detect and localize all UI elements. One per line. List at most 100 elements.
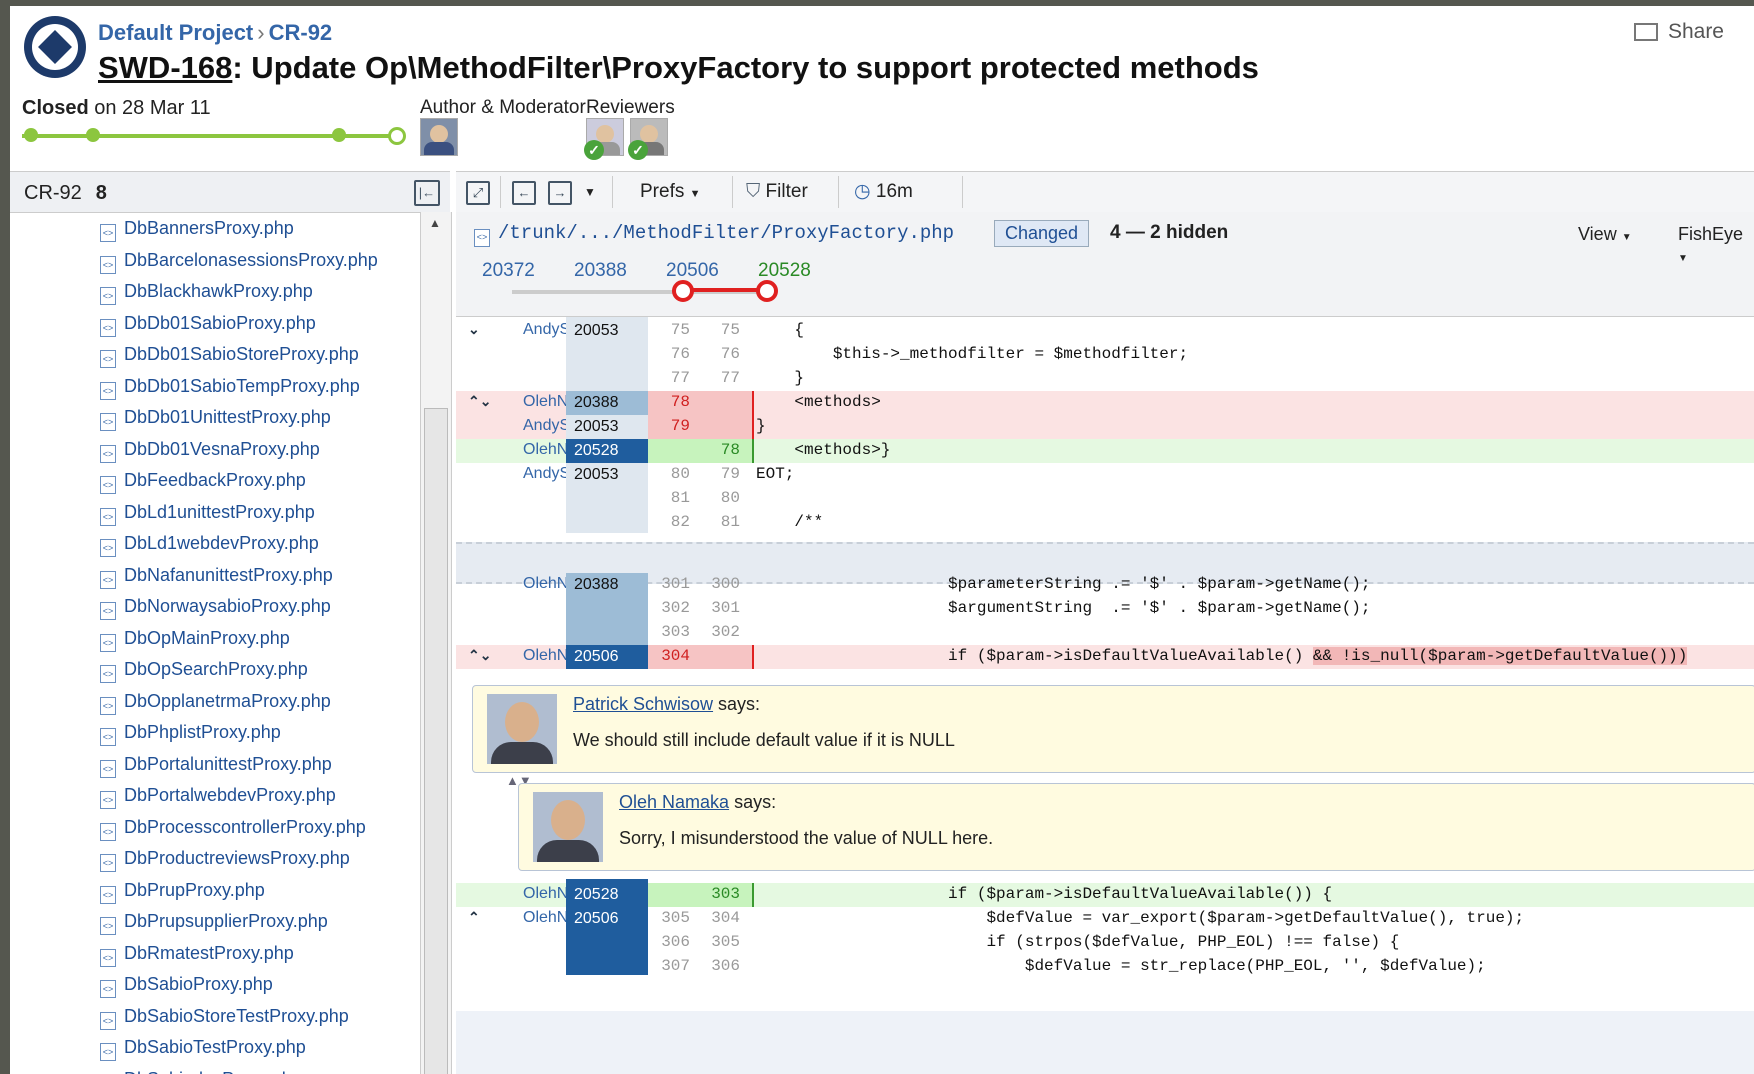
file-item[interactable]: <> DbDb01UnittestProxy.php xyxy=(100,407,331,435)
author-avatar[interactable] xyxy=(420,118,458,156)
line-code: EOT; xyxy=(756,465,795,483)
reviewers-label: Reviewers xyxy=(586,97,675,118)
expand-arrows-icon[interactable]: ⌃⌄ xyxy=(468,393,491,410)
funnel-icon: ⛉ xyxy=(746,181,761,202)
diff-line[interactable]: OlehN 20388 301 300 $parameterString .= '$'… xyxy=(456,573,1754,597)
file-item[interactable]: <> DbPrupsupplierProxy.php xyxy=(100,911,328,939)
previous-file-icon[interactable]: ← xyxy=(512,181,536,205)
file-item[interactable]: <> DbPortalwebdevProxy.php xyxy=(100,785,336,813)
line-revision[interactable]: 20388 xyxy=(566,573,648,597)
collapse-panel-icon[interactable]: |← xyxy=(414,180,440,206)
file-path[interactable]: <>/trunk/.../MethodFilter/ProxyFactory.p… xyxy=(474,222,954,247)
diff-line[interactable]: AndyS 20053 80 79 EOT; xyxy=(456,463,1754,487)
fullscreen-icon[interactable]: ⤢ xyxy=(466,181,490,205)
file-item[interactable]: <> DbDb01VesnaProxy.php xyxy=(100,439,320,467)
old-line-number: 78 xyxy=(670,393,690,411)
diff-line[interactable]: ⌃ OlehN 20506 305 304 $defValue = var_export… xyxy=(456,907,1754,931)
issue-key-link[interactable]: SWD-168 xyxy=(98,50,232,85)
fisheye-logo-icon[interactable] xyxy=(24,16,86,78)
prefs-menu[interactable]: Prefs ▼ xyxy=(640,180,701,204)
file-item[interactable]: <> DbSabioTestProxy.php xyxy=(100,1037,306,1065)
file-item[interactable]: <> DbPhplistProxy.php xyxy=(100,722,281,750)
hidden-count[interactable]: 4 — 2 hidden xyxy=(1110,222,1228,244)
expand-arrows-icon[interactable]: ⌃⌄ xyxy=(468,647,491,664)
scrollbar-thumb[interactable] xyxy=(424,408,448,1074)
diff-line-removed[interactable]: ⌃⌄ OlehN 20388 78 <methods> xyxy=(456,391,1754,415)
diff-line[interactable]: 76 76 $this->_methodfilter = $methodfilte… xyxy=(456,343,1754,367)
file-item[interactable]: <> DbProductreviewsProxy.php xyxy=(100,848,350,876)
new-line-number: 305 xyxy=(711,933,740,951)
revision-20528[interactable]: 20528 xyxy=(758,260,811,282)
share-button[interactable]: Share xyxy=(1633,20,1724,44)
file-item[interactable]: <> DbPortalunittestProxy.php xyxy=(100,754,332,782)
file-item[interactable]: <> DbBlackhawkProxy.php xyxy=(100,281,313,309)
diff-line[interactable]: ⌄ AndyS 20053 75 75 { xyxy=(456,319,1754,343)
file-item[interactable]: <> DbOpplanetrmaProxy.php xyxy=(100,691,331,719)
line-revision[interactable]: 20528 xyxy=(566,883,648,907)
file-item[interactable]: <> DbFeedbackProxy.php xyxy=(100,470,306,498)
diff-line[interactable]: 307 306 $defValue = str_replace(PHP_EOL, … xyxy=(456,955,1754,979)
line-revision[interactable]: 20053 xyxy=(566,463,648,487)
file-item[interactable]: <> DbDb01SabioTempProxy.php xyxy=(100,376,360,404)
file-item[interactable]: <> DbDb01SabioStoreProxy.php xyxy=(100,344,359,372)
filter-button[interactable]: ⛉ Filter xyxy=(746,180,808,204)
file-item[interactable]: <> DbOpMainProxy.php xyxy=(100,628,290,656)
diff-line[interactable]: 303 302 xyxy=(456,621,1754,645)
file-item[interactable]: <> DbDb01SabioProxy.php xyxy=(100,313,316,341)
diff-line[interactable]: 77 77 } xyxy=(456,367,1754,391)
file-item[interactable]: <> DbBarcelonasessionsProxy.php xyxy=(100,250,378,278)
line-author: OlehN xyxy=(523,909,569,926)
diff-line-removed[interactable]: AndyS 20053 79} xyxy=(456,415,1754,439)
file-item[interactable]: <> DbRmatestProxy.php xyxy=(100,943,294,971)
file-item[interactable]: <> DbLd1webdevProxy.php xyxy=(100,533,319,561)
diff-line-added[interactable]: OlehN 20528 303 if ($param->isDefaultValue… xyxy=(456,883,1754,907)
file-item[interactable]: <> DbProcesscontrollerProxy.php xyxy=(100,817,366,845)
commenter-name-link[interactable]: Patrick Schwisow xyxy=(573,694,713,714)
line-revision[interactable]: 20528 xyxy=(566,439,648,463)
nav-dropdown-icon[interactable]: ▼ xyxy=(584,180,596,204)
commenter-avatar[interactable] xyxy=(487,694,557,764)
file-item[interactable]: <> DbLd1unittestProxy.php xyxy=(100,502,315,530)
expand-arrows-icon[interactable]: ⌃ xyxy=(468,909,480,926)
line-revision[interactable]: 20053 xyxy=(566,319,648,343)
scroll-up-icon[interactable]: ▲ xyxy=(429,216,441,230)
file-tree-scrollbar[interactable]: ▲ xyxy=(420,212,452,1074)
file-item[interactable]: <> DbOpSearchProxy.php xyxy=(100,659,308,687)
approved-check-icon: ✓ xyxy=(584,140,604,160)
file-name: DbLd1unittestProxy.php xyxy=(124,501,315,522)
diff-line[interactable]: 82 81 /** xyxy=(456,511,1754,535)
expand-arrows-icon[interactable]: ⌄ xyxy=(468,321,480,338)
diff-line[interactable]: 302 301 $argumentString .= '$' . $param->… xyxy=(456,597,1754,621)
file-item[interactable]: <> DbSabioProxy.php xyxy=(100,974,273,1002)
file-item[interactable]: <> DbBannersProxy.php xyxy=(100,218,294,246)
line-code: <methods> xyxy=(756,393,881,411)
revision-slider-handle-from[interactable] xyxy=(672,280,694,302)
revision-20506[interactable]: 20506 xyxy=(666,260,719,282)
commenter-name-link[interactable]: Oleh Namaka xyxy=(619,792,729,812)
next-file-icon[interactable]: → xyxy=(548,181,572,205)
fisheye-menu[interactable]: FishEye ▼ xyxy=(1678,224,1754,266)
diff-line[interactable]: 306 305 if (strpos($defValue, PHP_EOL) !=… xyxy=(456,931,1754,955)
diff-line-added[interactable]: OlehN 20528 78 <methods>} xyxy=(456,439,1754,463)
file-item[interactable]: <> DbSabioStoreTestProxy.php xyxy=(100,1006,349,1034)
time-spent[interactable]: ◷ 16m xyxy=(854,180,913,204)
file-item[interactable]: <> DbNorwaysabioProxy.php xyxy=(100,596,331,624)
breadcrumb-review[interactable]: CR-92 xyxy=(269,20,333,45)
diff-line[interactable]: 81 80 xyxy=(456,487,1754,511)
view-menu[interactable]: View ▼ xyxy=(1578,224,1632,245)
line-revision[interactable]: 20506 xyxy=(566,907,648,931)
line-revision[interactable]: 20053 xyxy=(566,415,648,439)
diff-line-removed[interactable]: ⌃⌄ OlehN 20506 304 if ($param->isDefaultVal… xyxy=(456,645,1754,669)
file-item[interactable]: <> DbPrupProxy.php xyxy=(100,880,265,908)
file-item[interactable]: <>DbSabiodevProxy.php xyxy=(100,1069,302,1074)
breadcrumb-project[interactable]: Default Project xyxy=(98,20,253,45)
commenter-avatar[interactable] xyxy=(533,792,603,862)
revision-20372[interactable]: 20372 xyxy=(482,260,535,282)
file-item[interactable]: <> DbNafanunittestProxy.php xyxy=(100,565,333,593)
line-revision[interactable]: 20388 xyxy=(566,391,648,415)
revision-20388[interactable]: 20388 xyxy=(574,260,627,282)
line-author: AndyS xyxy=(523,465,571,482)
revision-slider-handle-to[interactable] xyxy=(756,280,778,302)
line-revision[interactable]: 20506 xyxy=(566,645,648,669)
review-status: Closed on 28 Mar 11 xyxy=(22,97,211,119)
